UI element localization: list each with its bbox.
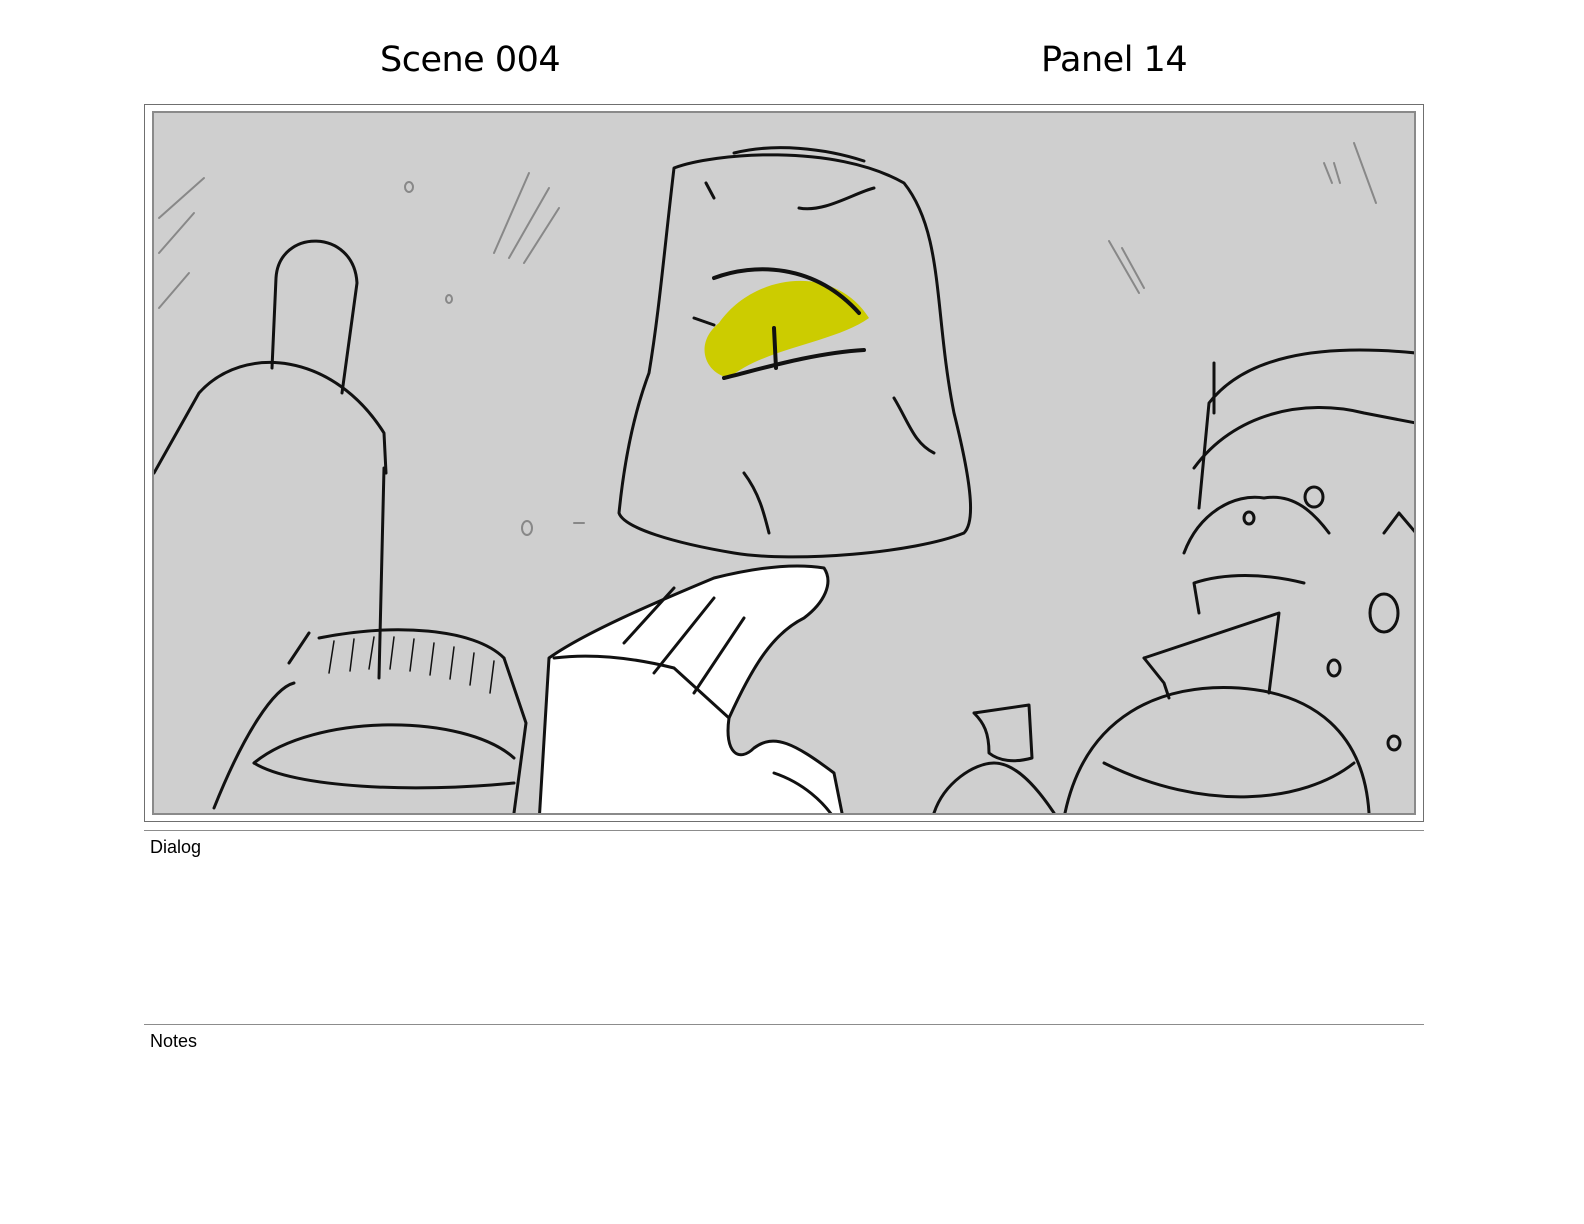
panel-number: Panel 14 <box>1041 40 1188 80</box>
notes-divider <box>144 1024 1424 1025</box>
panel-frame <box>144 104 1424 822</box>
dialog-label: Dialog <box>150 837 202 857</box>
dialog-divider <box>144 830 1424 831</box>
storyboard-sketch-icon <box>154 142 1414 813</box>
notes-label: Notes <box>150 1031 198 1051</box>
storyboard-artwork <box>152 111 1416 815</box>
scene-number: Scene 004 <box>380 40 561 80</box>
